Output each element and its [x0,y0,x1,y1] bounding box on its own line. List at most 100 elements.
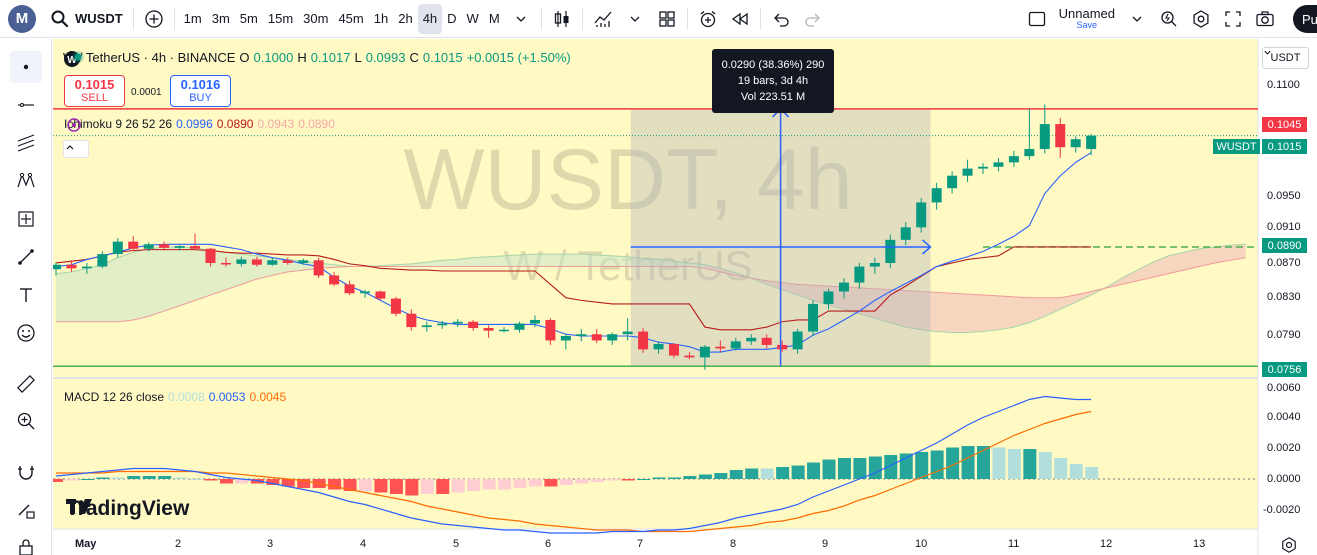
interval-3m-button[interactable]: 3m [207,4,235,34]
sell-button[interactable]: 0.1015 SELL [64,75,125,107]
brush-tool[interactable] [10,241,42,273]
zoom-tool[interactable] [10,405,42,437]
macd-histogram-bar [668,477,681,479]
candle-body [143,244,154,249]
compare-button[interactable] [138,4,170,34]
macd-histogram-bar [1085,467,1099,479]
divider [132,7,134,30]
interval-1m-button[interactable]: 1m [179,4,207,34]
time-axis-label: 10 [915,538,928,550]
redo-icon [805,13,820,27]
macd-histogram-bar [1054,458,1068,479]
candle-body [761,337,772,345]
candle-body [267,260,278,265]
collapse-legend-button[interactable] [63,140,89,158]
candle-body [885,239,896,263]
ohlc-h-value: 0.1017 [310,50,351,65]
indicators-button[interactable] [587,4,619,34]
macd-histogram-bar [436,479,450,494]
interval-w-button[interactable]: W [462,4,484,34]
icon-tool[interactable] [10,317,42,349]
layout-dropdown[interactable] [1121,4,1153,34]
macd-histogram-bar [482,479,496,490]
candle-body [251,259,262,265]
symbol-title[interactable]: W / TetherUS · 4h · BINANCE [63,50,235,65]
macd-histogram-bar [158,476,172,479]
fullscreen-button[interactable] [1217,4,1249,34]
candle-body [669,344,679,356]
macd-legend[interactable]: MACD 12 26 close 0.0008 0.0053 0.0045 [64,390,286,404]
interval-15m-button[interactable]: 15m [263,4,298,34]
snapshot-button[interactable] [1249,4,1281,34]
lock-tool[interactable] [10,531,42,555]
measure-box-icon [18,211,34,227]
magnet-tool[interactable] [10,456,42,488]
candle-body [931,188,942,203]
user-avatar[interactable]: M [8,4,36,33]
price-axis-label: 0.1100 [1267,79,1300,91]
macd-histogram-bar [142,476,156,479]
macd-histogram-bar [96,477,110,479]
measure-tooltip: 0.0290 (38.36%) 290 19 bars, 3d 4h Vol 2… [712,49,834,113]
ohlc-o-value: 0.1000 [253,50,294,65]
settings-button[interactable] [1185,4,1217,34]
chart-pane[interactable]: WUSDT, 4hW / TetherUS W W / TetherUS · 4… [53,39,1317,555]
alert-button[interactable] [692,4,724,34]
interval-dropdown[interactable] [505,4,537,34]
ruler-tool[interactable] [10,368,42,400]
redo-button[interactable] [797,4,829,34]
interval-30m-button[interactable]: 30m [298,4,333,34]
candle-body [854,266,865,283]
spread-value: 0.0001 [131,87,162,98]
indicators-dropdown[interactable] [619,4,651,34]
undo-button[interactable] [765,4,797,34]
text-tool[interactable] [10,279,42,311]
layout-save-link[interactable]: Save [1077,20,1098,30]
quick-search-button[interactable] [1153,4,1185,34]
macd-histogram-bar [760,468,774,479]
lock-drawings-tool[interactable] [10,494,42,526]
buy-button[interactable]: 0.1016 BUY [170,75,231,107]
candle-body [282,260,293,263]
square-icon [1028,11,1045,26]
pencil-lock-icon [18,504,35,519]
symbol-name: WUSDT [75,11,123,26]
interval-m-button[interactable]: M [484,4,505,34]
ohlc-c-value: 0.1015 [422,50,463,65]
chevron-down-icon [1132,16,1142,22]
sell-price: 0.1015 [74,76,115,92]
candle-body [483,327,494,331]
interval-d-button[interactable]: D [442,4,461,34]
grid-icon [659,10,675,27]
fib-tool[interactable] [10,127,42,159]
templates-button[interactable] [651,4,683,34]
replay-button[interactable] [724,4,756,34]
publish-button[interactable]: Pu [1293,5,1317,33]
layout-toggle[interactable] [1021,4,1053,34]
macd-histogram-bar [683,476,697,479]
time-axis-label: 11 [1008,538,1020,550]
time-axis-label: 13 [1193,538,1206,550]
interval-2h-button[interactable]: 2h [393,4,417,34]
search-icon [51,10,69,27]
interval-1h-button[interactable]: 1h [369,4,393,34]
trend-line-tool[interactable] [10,89,42,121]
macd-histogram-bar [807,462,821,479]
candle-body [777,344,788,350]
ichimoku-legend[interactable]: Ichimoku 9 26 52 26 0.0996 0.0890 0.0943… [64,117,335,132]
tradingview-logo[interactable]: TradingView [66,497,189,521]
layout-name-button[interactable]: Unnamed Save [1059,7,1115,30]
pattern-tool[interactable] [10,165,42,197]
chart-type-button[interactable] [546,4,578,34]
candle-body [653,344,664,350]
interval-45m-button[interactable]: 45m [333,4,368,34]
currency-select[interactable]: USDT [1262,47,1309,69]
interval-5m-button[interactable]: 5m [235,4,263,34]
interval-4h-button[interactable]: 4h [417,3,443,34]
measure-change: 0.0290 (38.36%) 290 [721,59,825,71]
undo-icon [773,13,789,27]
symbol-search-button[interactable]: WUSDT [44,9,129,29]
macd-histogram-bar [822,459,836,479]
cursor-tool[interactable] [10,51,42,83]
forecast-tool[interactable] [10,203,42,235]
